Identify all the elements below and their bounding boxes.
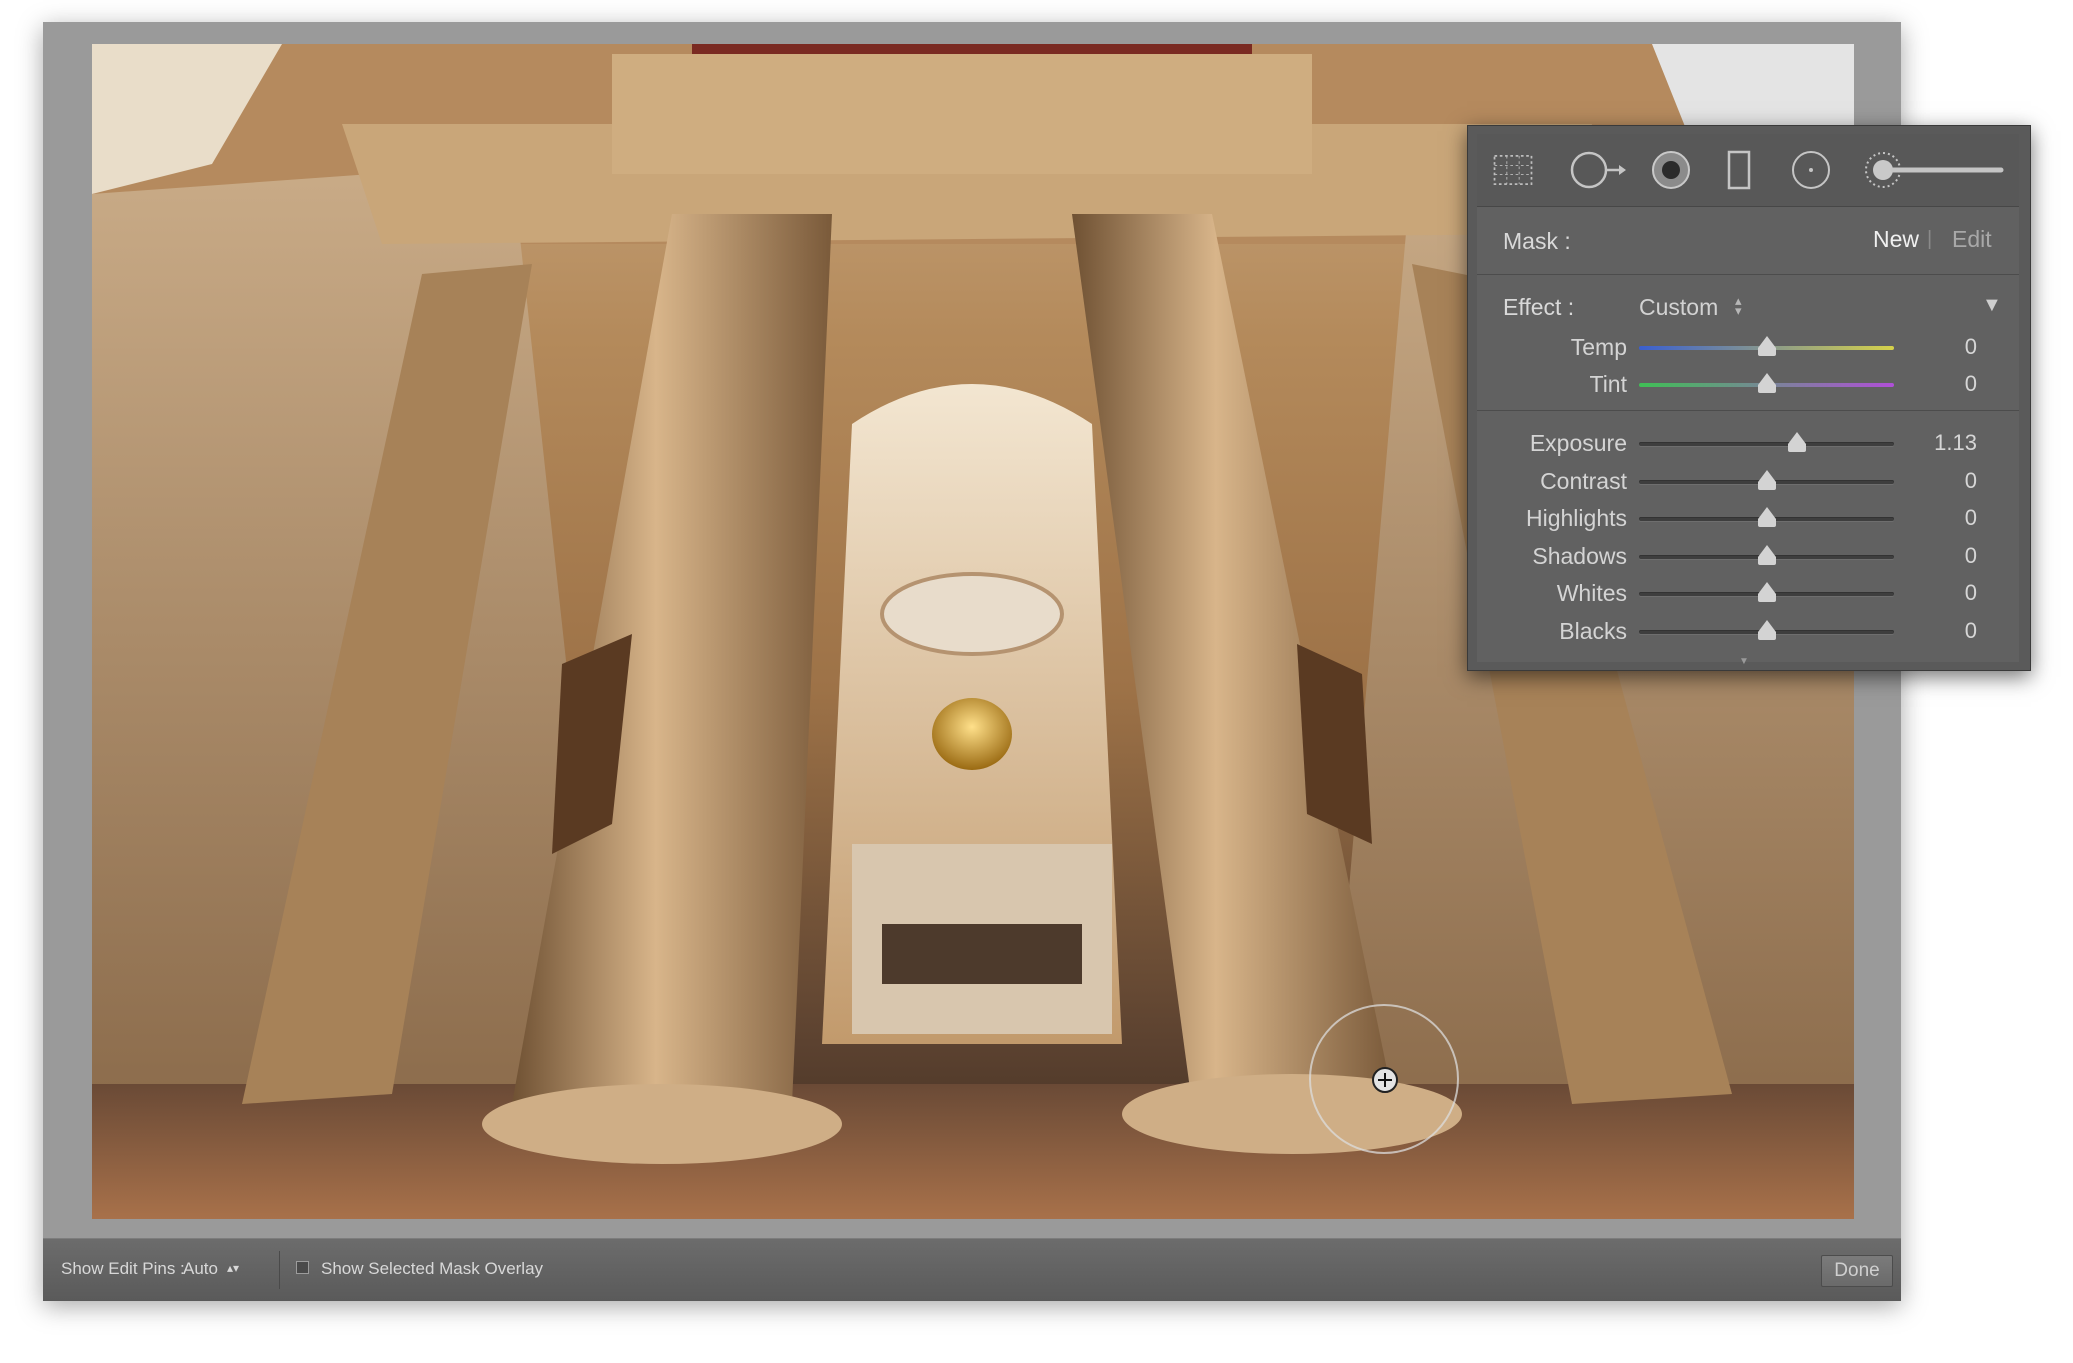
whites-label: Whites [1556,580,1627,606]
adjustment-brush-icon[interactable] [1861,150,2011,190]
exposure-label: Exposure [1529,430,1627,456]
highlights-label: Highlights [1526,505,1627,531]
red-eye-icon[interactable] [1649,150,1693,190]
show-mask-overlay-label: Show Selected Mask Overlay [321,1259,544,1278]
tint-value[interactable]: 0 [1897,371,1977,397]
exposure-slider-track[interactable] [1639,442,1894,446]
contrast-slider-thumb[interactable] [1757,469,1776,482]
show-mask-overlay-checkbox[interactable] [296,1261,309,1274]
whites-slider-thumb-base[interactable] [1757,594,1776,602]
highlights-value[interactable]: 0 [1897,505,1977,531]
exposure-value[interactable]: 1.13 [1897,430,1977,456]
whites-value[interactable]: 0 [1897,580,1977,606]
radial-filter-outline[interactable] [1309,1004,1459,1154]
panel-divider [1477,410,2019,411]
contrast-label: Contrast [1540,467,1627,494]
mask-new-button[interactable]: New [1873,226,1919,253]
toolbar-divider [279,1251,280,1289]
exposure-slider-thumb[interactable] [1788,432,1807,444]
mask-divider: | [1927,228,1933,250]
tint-slider-thumb[interactable] [1757,373,1776,385]
spot-removal-icon[interactable] [1569,150,1627,190]
panel-divider [1477,274,2019,275]
highlights-slider-thumb-base[interactable] [1757,519,1776,527]
temp-slider-thumb-base[interactable] [1757,348,1776,356]
tool-strip [1477,134,2019,207]
blacks-label: Blacks [1559,617,1627,644]
effect-label: Effect : [1503,294,1575,320]
radial-filter-panel: Mask : New | Edit Effect : Custom ▴ ▾ ▼ T… [1467,125,2031,671]
mask-label: Mask : [1503,228,1571,254]
collapse-triangle-icon[interactable]: ▼ [1982,294,2002,317]
tint-label: Tint [1589,371,1628,397]
show-edit-pins-label: Show Edit Pins : [61,1259,185,1278]
done-button[interactable]: Done [1821,1255,1893,1287]
blacks-slider-thumb[interactable] [1757,619,1776,632]
crop-overlay-icon[interactable] [1491,150,1535,190]
exposure-slider-thumb-base[interactable] [1788,444,1807,452]
highlights-slider-thumb[interactable] [1757,507,1776,519]
graduated-filter-icon[interactable] [1717,150,1761,190]
contrast-value[interactable]: 0 [1897,468,1977,494]
effect-preset-dropdown[interactable]: Custom [1639,294,1718,321]
contrast-slider-thumb-base[interactable] [1757,481,1776,490]
edit-pin-icon[interactable] [1372,1067,1398,1093]
temp-label: Temp [1570,334,1627,360]
whites-slider-thumb[interactable] [1757,582,1776,594]
show-edit-pins-dropdown[interactable]: Auto [183,1259,218,1279]
mask-edit-button[interactable]: Edit [1952,226,1992,253]
shadows-slider-thumb[interactable] [1757,544,1776,557]
bottom-toolbar: Show Edit Pins : Auto ▴▾ Show Selected M… [43,1238,1901,1301]
dropdown-arrows-icon: ▴▾ [1735,293,1742,318]
dropdown-arrows-icon: ▴▾ [227,1261,240,1275]
temp-slider-thumb[interactable] [1757,336,1776,348]
panel-resize-handle-icon[interactable]: ▼ [1739,656,1749,667]
tint-slider-thumb-base[interactable] [1757,385,1776,393]
shadows-slider-thumb-base[interactable] [1757,556,1776,565]
radial-filter-icon[interactable] [1789,150,1833,190]
blacks-slider-thumb-base[interactable] [1757,631,1776,640]
blacks-value[interactable]: 0 [1897,618,1977,644]
temp-value[interactable]: 0 [1897,334,1977,360]
shadows-label: Shadows [1532,542,1627,569]
shadows-value[interactable]: 0 [1897,543,1977,569]
